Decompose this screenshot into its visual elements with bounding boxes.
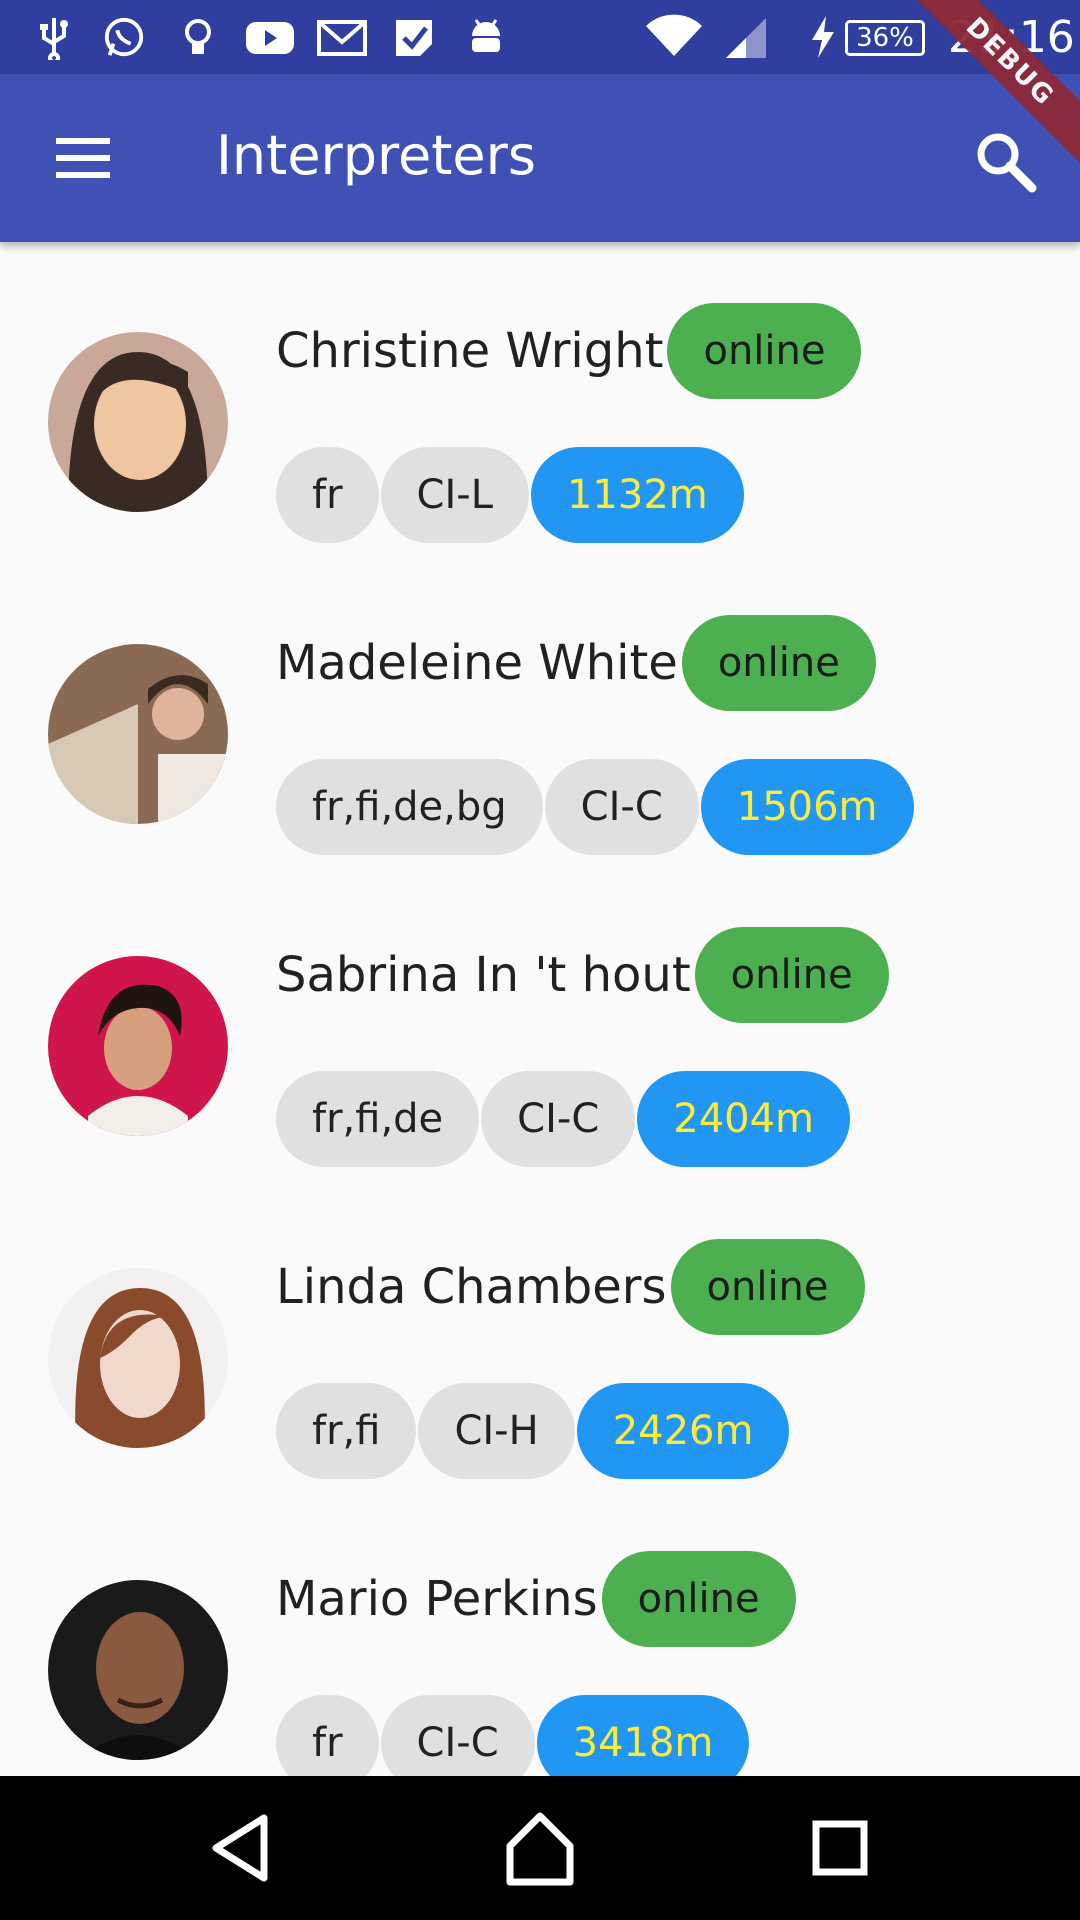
page-title: Interpreters: [216, 124, 536, 187]
chip-row: fr,fi,de,bg CI-C 1506m: [276, 759, 916, 855]
chip-row: fr,fi,de CI-C 2404m: [276, 1071, 852, 1167]
interpreter-name: Christine Wright: [276, 323, 664, 379]
list-item[interactable]: Christine Wright online fr CI-L 1132m: [0, 242, 1080, 554]
check-icon: [396, 20, 432, 56]
name-row: Sabrina In 't hout online: [276, 927, 889, 1023]
chip-row: fr,fi CI-H 2426m: [276, 1383, 791, 1479]
android-icon: [472, 19, 500, 52]
app-bar: Interpreters: [0, 74, 1080, 242]
gmail-icon: [317, 20, 367, 56]
avatar-image: [48, 1580, 228, 1760]
languages-chip: fr: [276, 447, 379, 543]
search-icon: [977, 133, 1037, 193]
status-bar: 36% 21:16: [0, 0, 1080, 74]
name-row: Mario Perkins online: [276, 1551, 796, 1647]
name-row: Linda Chambers online: [276, 1239, 865, 1335]
menu-button[interactable]: [40, 124, 128, 192]
avatar-image: [48, 956, 228, 1136]
back-icon: [212, 1814, 268, 1882]
languages-chip: fr,fi,de,bg: [276, 759, 543, 855]
youtube-icon: [246, 22, 294, 54]
name-row: Madeleine White online: [276, 615, 876, 711]
distance-chip: 3418m: [536, 1695, 750, 1776]
avatar: [48, 956, 228, 1136]
avatar: [48, 1580, 228, 1760]
status-badge: online: [694, 927, 889, 1023]
recents-icon: [812, 1820, 868, 1876]
level-chip: CI-H: [418, 1383, 575, 1479]
level-chip: CI-L: [380, 447, 529, 543]
search-button[interactable]: [970, 126, 1040, 196]
level-chip: CI-C: [544, 759, 699, 855]
level-chip: CI-C: [481, 1071, 636, 1167]
lightbulb-icon: [185, 19, 211, 54]
list-item[interactable]: Madeleine White online fr,fi,de,bg CI-C …: [0, 554, 1080, 866]
chip-row: fr CI-C 3418m: [276, 1695, 751, 1776]
charging-icon: [812, 16, 834, 58]
navigation-bar: [0, 1776, 1080, 1920]
distance-chip: 2404m: [637, 1071, 851, 1167]
wifi-icon: [646, 14, 702, 56]
recents-button[interactable]: [790, 1798, 890, 1898]
list-item[interactable]: Linda Chambers online fr,fi CI-H 2426m: [0, 1178, 1080, 1490]
interpreter-list[interactable]: Christine Wright online fr CI-L 1132m Ma…: [0, 242, 1080, 1776]
avatar-image: [48, 332, 228, 512]
avatar-image: [48, 1268, 228, 1448]
signal-icon: [726, 18, 766, 58]
interpreter-name: Madeleine White: [276, 635, 678, 691]
status-badge: online: [601, 1551, 796, 1647]
status-badge: online: [667, 303, 862, 399]
status-badge: online: [670, 1239, 865, 1335]
distance-chip: 1506m: [700, 759, 914, 855]
usb-icon: [40, 18, 68, 60]
interpreter-name: Mario Perkins: [276, 1571, 598, 1627]
chip-row: fr CI-L 1132m: [276, 447, 746, 543]
home-icon: [506, 1812, 574, 1886]
list-item[interactable]: Sabrina In 't hout online fr,fi,de CI-C …: [0, 866, 1080, 1178]
whatsapp-icon: [104, 17, 144, 57]
back-button[interactable]: [192, 1798, 292, 1898]
name-row: Christine Wright online: [276, 303, 862, 399]
home-button[interactable]: [490, 1798, 590, 1898]
avatar: [48, 644, 228, 824]
languages-chip: fr,fi,de: [276, 1071, 480, 1167]
interpreter-name: Linda Chambers: [276, 1259, 667, 1315]
avatar-image: [48, 644, 228, 824]
distance-chip: 1132m: [530, 447, 744, 543]
languages-chip: fr,fi: [276, 1383, 417, 1479]
battery-level: 36%: [845, 20, 925, 56]
list-item[interactable]: Mario Perkins online fr CI-C 3418m: [0, 1490, 1080, 1776]
status-badge: online: [681, 615, 876, 711]
level-chip: CI-C: [380, 1695, 535, 1776]
interpreter-name: Sabrina In 't hout: [276, 947, 691, 1003]
languages-chip: fr: [276, 1695, 379, 1776]
distance-chip: 2426m: [576, 1383, 790, 1479]
avatar: [48, 1268, 228, 1448]
avatar: [48, 332, 228, 512]
